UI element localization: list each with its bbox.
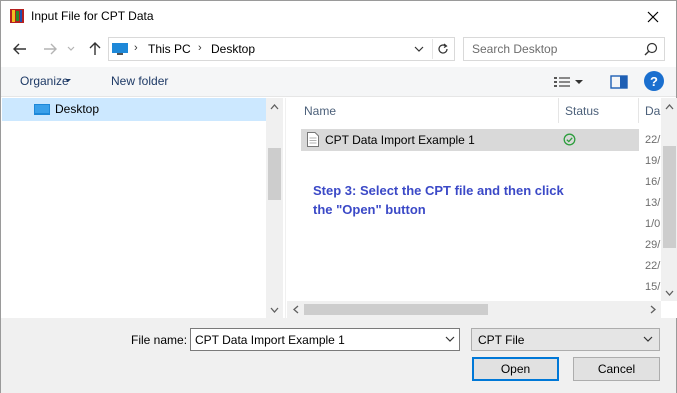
chevron-up-icon xyxy=(665,103,674,109)
file-list-vertical-scrollbar[interactable] xyxy=(661,98,677,301)
open-button[interactable]: Open xyxy=(472,357,559,381)
search-input[interactable]: Search Desktop xyxy=(463,37,665,61)
desktop-icon xyxy=(34,104,50,115)
scroll-thumb[interactable] xyxy=(663,146,676,248)
chevron-down-icon xyxy=(643,336,653,342)
scroll-thumb[interactable] xyxy=(268,148,281,200)
column-header-date[interactable]: Da xyxy=(645,98,660,123)
cancel-button[interactable]: Cancel xyxy=(573,357,660,381)
chevron-down-icon xyxy=(575,80,583,84)
column-divider[interactable] xyxy=(638,98,639,123)
scroll-thumb[interactable] xyxy=(304,304,488,315)
preview-pane-icon[interactable] xyxy=(609,72,629,92)
close-button[interactable] xyxy=(630,1,676,32)
file-date: 22/ xyxy=(645,134,661,146)
address-bar[interactable]: › This PC › Desktop xyxy=(108,37,455,61)
refresh-button[interactable] xyxy=(432,39,452,59)
file-list-horizontal-scrollbar[interactable] xyxy=(287,301,661,318)
file-date: 1/0 xyxy=(645,218,661,230)
new-folder-button[interactable]: New folder xyxy=(111,74,168,88)
search-placeholder: Search Desktop xyxy=(472,42,558,56)
window-title: Input File for CPT Data xyxy=(31,9,154,23)
document-icon xyxy=(307,132,319,147)
forward-arrow-icon xyxy=(44,43,57,55)
file-list: Name Status Da CPT Data Import Example 1… xyxy=(287,98,677,318)
file-date: 15/ xyxy=(645,281,661,293)
navigation-pane: Desktop xyxy=(2,98,284,318)
organize-button[interactable]: Organize xyxy=(20,74,69,88)
column-header-status[interactable]: Status xyxy=(565,98,599,123)
column-divider[interactable] xyxy=(558,98,559,123)
scroll-down-button[interactable] xyxy=(661,284,677,301)
scroll-left-button[interactable] xyxy=(287,301,304,318)
breadcrumb-desktop[interactable]: Desktop xyxy=(211,42,255,56)
command-bar: Organize New folder ? xyxy=(1,67,676,97)
breadcrumb-separator-icon: › xyxy=(198,42,202,54)
nav-item-desktop[interactable]: Desktop xyxy=(2,98,266,121)
file-name-label: File name: xyxy=(131,333,188,347)
forward-button[interactable] xyxy=(40,39,60,59)
refresh-icon xyxy=(437,43,448,54)
dialog-footer: File name: CPT Data Import Example 1 CPT… xyxy=(1,318,676,393)
file-name[interactable]: CPT Data Import Example 1 xyxy=(325,133,475,147)
chevron-up-icon xyxy=(270,103,279,109)
recent-locations-button[interactable] xyxy=(64,39,78,59)
scroll-up-button[interactable] xyxy=(661,98,677,115)
chevron-down-icon xyxy=(270,307,279,313)
file-date: 16/ xyxy=(645,176,661,188)
file-name-field[interactable]: CPT Data Import Example 1 xyxy=(190,328,460,351)
app-icon xyxy=(10,9,24,23)
pane-splitter[interactable] xyxy=(285,98,286,318)
nav-scrollbar[interactable] xyxy=(266,98,283,318)
file-type-select[interactable]: CPT File xyxy=(471,328,660,351)
details-view-icon xyxy=(554,77,570,87)
scroll-down-button[interactable] xyxy=(266,301,283,318)
chevron-down-icon[interactable] xyxy=(445,334,455,344)
chevron-down-icon xyxy=(65,79,71,82)
file-date: 19/ xyxy=(645,155,661,167)
help-icon: ? xyxy=(650,73,658,89)
scroll-right-button[interactable] xyxy=(644,301,661,318)
title-bar: Input File for CPT Data xyxy=(1,1,676,32)
chevron-down-icon xyxy=(67,46,75,51)
file-date: 13/ xyxy=(645,197,661,209)
file-date: 29/ xyxy=(645,239,661,251)
help-button[interactable]: ? xyxy=(644,71,664,91)
file-name-value[interactable]: CPT Data Import Example 1 xyxy=(195,333,345,347)
chevron-left-icon xyxy=(292,305,298,314)
chevron-right-icon xyxy=(650,305,656,314)
file-dialog: Input File for CPT Data › This PC › Desk… xyxy=(0,0,677,393)
column-header-name[interactable]: Name xyxy=(304,98,336,123)
up-button[interactable] xyxy=(85,39,105,59)
file-type-value: CPT File xyxy=(478,333,525,347)
change-view-button[interactable] xyxy=(554,72,590,92)
nav-item-label: Desktop xyxy=(55,102,100,116)
up-arrow-icon xyxy=(89,42,101,55)
scroll-up-button[interactable] xyxy=(266,98,283,115)
address-dropdown-button[interactable] xyxy=(410,39,428,59)
file-date: 22/ xyxy=(645,260,661,272)
this-pc-icon xyxy=(112,43,128,55)
search-icon xyxy=(644,42,658,56)
close-icon xyxy=(647,11,659,22)
breadcrumb-this-pc[interactable]: This PC xyxy=(148,42,191,56)
check-circle-icon xyxy=(563,133,576,146)
chevron-down-icon xyxy=(665,290,674,296)
chevron-down-icon xyxy=(414,46,424,52)
instruction-annotation: Step 3: Select the CPT file and then cli… xyxy=(313,183,564,217)
back-arrow-icon xyxy=(13,43,26,55)
back-button[interactable] xyxy=(10,39,30,59)
breadcrumb-separator-icon: › xyxy=(134,42,138,54)
